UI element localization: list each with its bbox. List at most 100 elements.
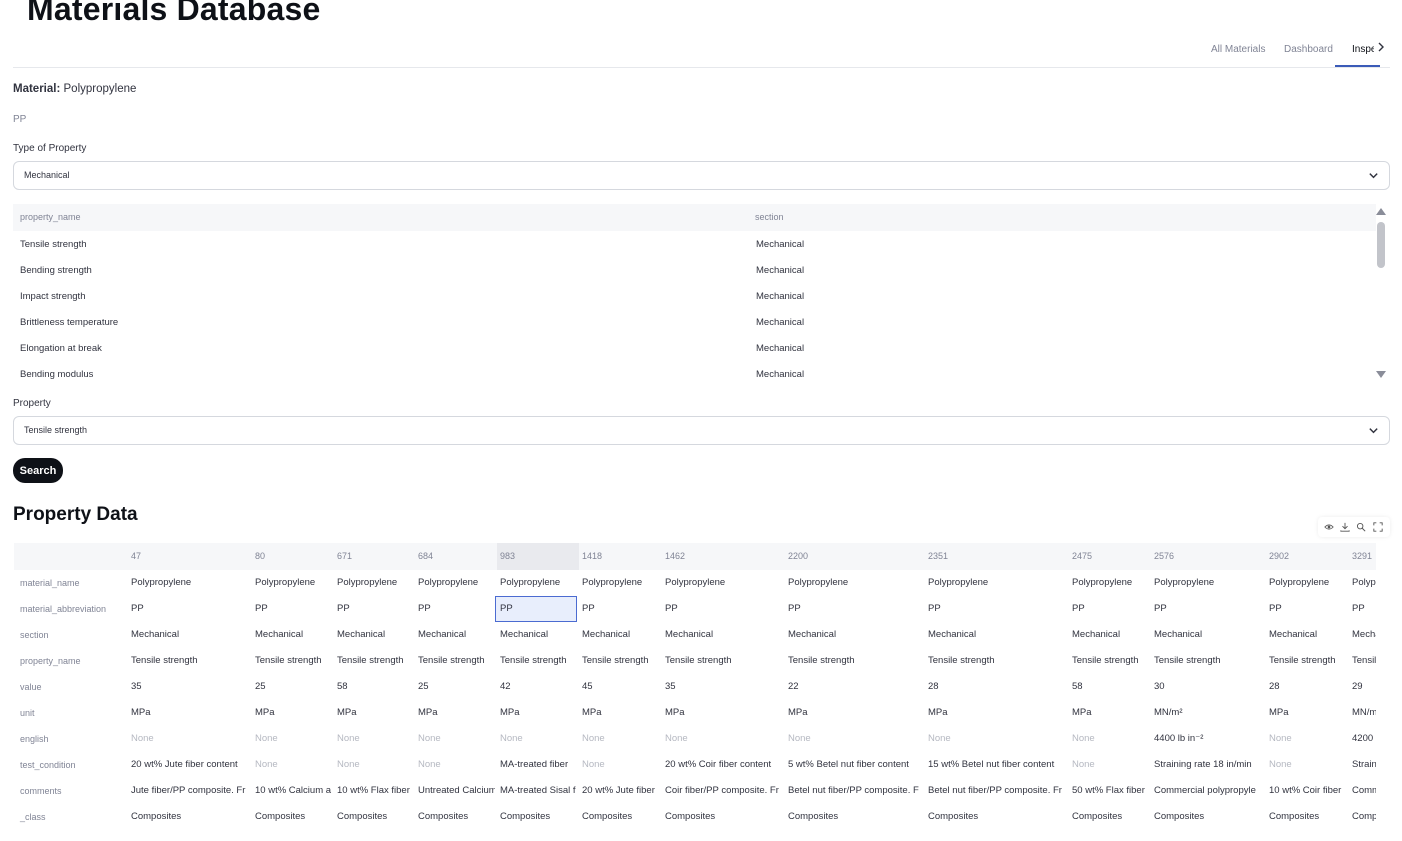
fullscreen-icon[interactable] [1373,522,1383,532]
grid-cell[interactable]: Composites [1266,804,1347,830]
grid-cell[interactable]: 45 [579,674,660,700]
grid-cell[interactable]: Polypropylene [497,570,577,596]
grid-cell[interactable]: 42 [497,674,577,700]
grid-cell[interactable]: None [1069,752,1149,778]
grid-cell[interactable]: None [579,752,660,778]
grid-cell[interactable]: Mechanical [785,622,923,648]
grid-cell[interactable]: 15 wt% Betel nut fiber content [925,752,1067,778]
grid-cell[interactable]: Composites [497,804,577,830]
grid-cell[interactable]: Tensile strength [925,648,1067,674]
download-icon[interactable] [1340,522,1350,532]
grid-cell[interactable]: Polypropylene [1151,570,1264,596]
grid-cell[interactable]: Composites [334,804,413,830]
grid-cell[interactable]: 10 wt% Coir fiber [1266,778,1347,804]
tab-scroll-right-icon[interactable] [1377,42,1385,55]
grid-cell[interactable]: Coir fiber/PP composite. Fr [662,778,783,804]
grid-cell[interactable]: Commercial [1349,778,1376,804]
grid-cell[interactable]: None [128,726,250,752]
scroll-down-arrow-icon[interactable] [1376,371,1386,378]
grid-cell[interactable]: Polypropylene [662,570,783,596]
grid-cell[interactable]: None [252,752,332,778]
grid-cell[interactable]: Mechanical [415,622,495,648]
tab-inspect[interactable]: Inspect [1352,44,1374,55]
grid-cell[interactable]: None [925,726,1067,752]
grid-cell[interactable]: Composites [1349,804,1376,830]
grid-cell[interactable]: 29 [1349,674,1376,700]
grid-cell[interactable]: Mechanical [497,622,577,648]
grid-cell[interactable]: PP [785,596,923,622]
grid-cell[interactable]: MPa [662,700,783,726]
grid-cell[interactable]: PP [1266,596,1347,622]
grid-cell[interactable]: MPa [925,700,1067,726]
grid-cell[interactable]: MN/m² [1349,700,1376,726]
search-button[interactable]: Search [13,458,63,483]
grid-cell[interactable]: Betel nut fiber/PP composite. F [785,778,923,804]
grid-cell[interactable]: Mechanical [252,622,332,648]
column-header[interactable]: 671 [334,543,415,570]
grid-cell[interactable]: MA-treated Sisal f [497,778,577,804]
grid-cell[interactable]: MPa [785,700,923,726]
grid-cell[interactable]: PP [252,596,332,622]
grid-cell[interactable]: Tensile strength [1266,648,1347,674]
column-header[interactable]: 80 [252,543,334,570]
grid-cell[interactable]: Polypropylene [1069,570,1149,596]
table-row[interactable]: Brittleness temperature Mechanical [13,309,1376,335]
grid-cell[interactable]: PP [415,596,495,622]
grid-cell[interactable]: Tensile strength [252,648,332,674]
grid-cell[interactable]: PP [334,596,413,622]
grid-cell[interactable]: MA-treated fiber [497,752,577,778]
column-header[interactable]: 3291 [1349,543,1376,570]
scroll-up-arrow-icon[interactable] [1376,208,1386,215]
table-row[interactable]: Impact strength Mechanical [13,283,1376,309]
grid-cell[interactable]: 20 wt% Jute fiber content [128,752,250,778]
column-header[interactable]: 2351 [925,543,1069,570]
grid-cell[interactable]: Polypropylene [334,570,413,596]
grid-cell[interactable]: Composites [1069,804,1149,830]
grid-cell[interactable]: Mechanical [1349,622,1376,648]
column-header[interactable]: 47 [128,543,252,570]
grid-cell[interactable]: PP [579,596,660,622]
grid-cell[interactable]: 58 [334,674,413,700]
grid-cell[interactable]: None [334,752,413,778]
grid-cell[interactable]: Tensile strength [415,648,495,674]
grid-cell[interactable]: Mechanical [662,622,783,648]
column-header[interactable]: 1418 [579,543,662,570]
grid-cell[interactable]: 25 [252,674,332,700]
column-header[interactable]: 2902 [1266,543,1349,570]
grid-cell[interactable]: PP [1151,596,1264,622]
grid-cell[interactable]: Tensile strength [785,648,923,674]
table-row[interactable]: Bending modulus Mechanical [13,361,1376,387]
grid-cell[interactable]: 30 [1151,674,1264,700]
grid-cell[interactable]: 25 [415,674,495,700]
table-row[interactable]: Tensile strength Mechanical [13,231,1376,257]
grid-cell[interactable]: MPa [497,700,577,726]
column-header[interactable]: 983 [497,543,579,570]
grid-cell[interactable]: 4200 lb in⁻² [1349,726,1376,752]
grid-cell[interactable]: Tensile strength [1349,648,1376,674]
grid-cell[interactable]: None [1266,752,1347,778]
grid-cell[interactable]: Composites [579,804,660,830]
grid-cell[interactable]: Polypropylene [579,570,660,596]
properties-table[interactable]: property_name section Tensile strength M… [13,204,1376,388]
grid-cell[interactable]: Straining rate [1349,752,1376,778]
grid-cell[interactable]: Mechanical [1151,622,1264,648]
table-row[interactable]: Elongation at break Mechanical [13,335,1376,361]
grid-cell[interactable]: 22 [785,674,923,700]
column-header[interactable]: 684 [415,543,497,570]
grid-cell[interactable]: Polypropylene [415,570,495,596]
grid-cell[interactable]: Polypropylene [925,570,1067,596]
grid-cell[interactable]: Polypropylene [1349,570,1376,596]
table-row[interactable]: Bending strength Mechanical [13,257,1376,283]
grid-cell[interactable]: Straining rate 18 in/min [1151,752,1264,778]
grid-cell[interactable]: Tensile strength [1151,648,1264,674]
grid-cell[interactable]: 35 [662,674,783,700]
grid-cell[interactable]: MPa [334,700,413,726]
grid-cell[interactable]: Betel nut fiber/PP composite. Fr [925,778,1067,804]
grid-cell[interactable]: Mechanical [1266,622,1347,648]
grid-cell[interactable]: PP [1069,596,1149,622]
grid-cell[interactable]: PP [1349,596,1376,622]
grid-cell[interactable]: None [579,726,660,752]
grid-cell[interactable]: Composites [252,804,332,830]
tab-all-materials[interactable]: All Materials [1211,44,1265,55]
grid-cell[interactable]: 10 wt% Calcium a [252,778,332,804]
